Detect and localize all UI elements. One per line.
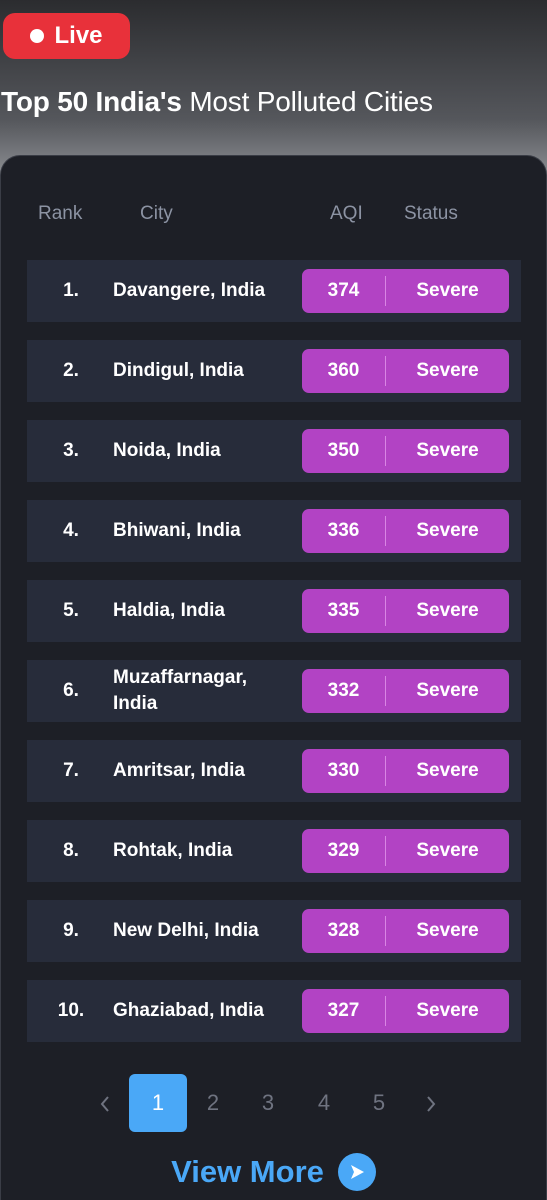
row-city: New Delhi, India	[113, 920, 259, 941]
table-row[interactable]: 8. Rohtak, India 329 Severe	[27, 820, 521, 882]
live-label: Live	[54, 22, 103, 49]
aqi-badge: 350 Severe	[302, 429, 509, 473]
aqi-status: Severe	[416, 440, 479, 461]
view-more-label: View More	[171, 1154, 324, 1189]
aqi-value: 335	[327, 600, 360, 621]
header-aqi: AQI	[330, 203, 363, 224]
aqi-value: 329	[327, 840, 360, 861]
aqi-badge: 327 Severe	[302, 989, 509, 1033]
aqi-value: 360	[327, 360, 360, 381]
aqi-status: Severe	[416, 760, 479, 781]
row-rank: 3.	[63, 440, 79, 461]
aqi-value: 328	[327, 920, 360, 941]
aqi-status: Severe	[416, 920, 479, 941]
table-row[interactable]: 2. Dindigul, India 360 Severe	[27, 340, 521, 402]
header-city: City	[140, 203, 173, 224]
aqi-badge: 332 Severe	[302, 669, 509, 713]
city-list: 1. Davangere, India 374 Severe 2. Dindig…	[27, 260, 521, 1060]
row-rank: 8.	[63, 840, 79, 861]
page-3-button[interactable]: 3	[239, 1074, 297, 1132]
aqi-status: Severe	[416, 520, 479, 541]
page-title-light: Most Polluted Cities	[189, 86, 433, 117]
live-dot-icon	[30, 29, 45, 43]
row-city: Bhiwani, India	[113, 520, 241, 541]
header-status: Status	[404, 203, 458, 224]
table-row[interactable]: 7. Amritsar, India 330 Severe	[27, 740, 521, 802]
row-city: Muzaffarnagar, India	[113, 667, 248, 714]
page-1-button[interactable]: 1	[129, 1074, 187, 1132]
table-row[interactable]: 10. Ghaziabad, India 327 Severe	[27, 980, 521, 1042]
aqi-badge: 336 Severe	[302, 509, 509, 553]
aqi-status: Severe	[416, 840, 479, 861]
aqi-status: Severe	[416, 680, 479, 701]
aqi-status: Severe	[416, 360, 479, 381]
row-rank: 6.	[63, 680, 79, 701]
aqi-status: Severe	[416, 600, 479, 621]
row-city: Amritsar, India	[113, 760, 245, 781]
aqi-value: 330	[327, 760, 360, 781]
pagination: 1 2 3 4 5	[0, 1074, 547, 1132]
row-rank: 2.	[63, 360, 79, 381]
aqi-status: Severe	[416, 280, 479, 301]
aqi-value: 327	[327, 1000, 360, 1021]
row-city: Davangere, India	[113, 280, 266, 301]
chevron-left-icon[interactable]	[90, 1074, 120, 1132]
row-city: Dindigul, India	[113, 360, 244, 381]
table-row[interactable]: 3. Noida, India 350 Severe	[27, 420, 521, 482]
aqi-badge: 335 Severe	[302, 589, 509, 633]
table-header: Rank City AQI Status	[0, 200, 547, 230]
page-5-button[interactable]: 5	[350, 1074, 408, 1132]
aqi-badge: 360 Severe	[302, 349, 509, 393]
page-title: Top 50 India's Most Polluted Cities	[1, 86, 433, 118]
row-city: Ghaziabad, India	[113, 1000, 264, 1021]
live-badge[interactable]: Live	[3, 13, 130, 59]
table-row[interactable]: 6. Muzaffarnagar, India 332 Severe	[27, 660, 521, 722]
table-row[interactable]: 4. Bhiwani, India 336 Severe	[27, 500, 521, 562]
row-rank: 4.	[63, 520, 79, 541]
arrow-right-circle-icon	[337, 1153, 376, 1191]
header-rank: Rank	[38, 203, 83, 224]
row-city: Noida, India	[113, 440, 221, 461]
page-title-bold: Top 50 India's	[1, 86, 182, 117]
table-row[interactable]: 5. Haldia, India 335 Severe	[27, 580, 521, 642]
aqi-status: Severe	[416, 1000, 479, 1021]
table-row[interactable]: 1. Davangere, India 374 Severe	[27, 260, 521, 322]
aqi-value: 336	[327, 520, 360, 541]
aqi-value: 332	[327, 680, 360, 701]
chevron-right-icon[interactable]	[416, 1074, 446, 1132]
row-city: Rohtak, India	[113, 840, 233, 861]
aqi-badge: 329 Severe	[302, 829, 509, 873]
row-rank: 10.	[57, 1000, 85, 1021]
row-city: Haldia, India	[113, 600, 225, 621]
aqi-badge: 328 Severe	[302, 909, 509, 953]
table-row[interactable]: 9. New Delhi, India 328 Severe	[27, 900, 521, 962]
row-rank: 1.	[63, 280, 79, 301]
row-rank: 9.	[63, 920, 79, 941]
row-rank: 7.	[63, 760, 79, 781]
row-rank: 5.	[63, 600, 79, 621]
page-4-button[interactable]: 4	[295, 1074, 353, 1132]
aqi-value: 350	[327, 440, 360, 461]
page-2-button[interactable]: 2	[184, 1074, 242, 1132]
view-more-button[interactable]: View More	[0, 1150, 547, 1194]
aqi-badge: 374 Severe	[302, 269, 509, 313]
aqi-value: 374	[327, 280, 360, 301]
aqi-badge: 330 Severe	[302, 749, 509, 793]
